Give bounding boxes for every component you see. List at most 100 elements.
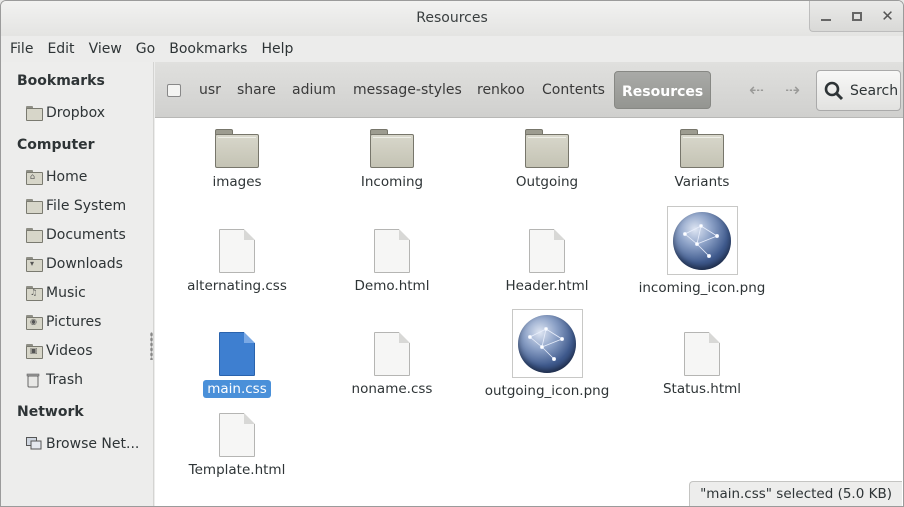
sidebar-item-label: Trash [46, 372, 83, 388]
menu-go[interactable]: Go [129, 41, 162, 57]
window-title: Resources [416, 10, 488, 26]
path-bar: usr share adium message-styles renkoo Co… [155, 62, 903, 118]
file-label: incoming_icon.png [638, 280, 766, 296]
sidebar-heading-network: Network [17, 404, 84, 420]
documents-icon [26, 228, 43, 243]
crumb-adium[interactable]: adium [292, 82, 336, 98]
document-icon [219, 229, 255, 273]
crumb-share[interactable]: share [237, 82, 276, 98]
network-icon [26, 437, 42, 451]
file-item-incoming-icon-png[interactable]: incoming_icon.png [627, 206, 777, 297]
sidebar-resize-handle[interactable] [150, 332, 153, 360]
document-icon [219, 332, 255, 376]
music-icon: ♫ [26, 286, 43, 301]
forward-arrow-icon[interactable]: ⇢ [785, 80, 800, 101]
file-label: Outgoing [515, 174, 579, 190]
file-item-demo-html[interactable]: Demo.html [317, 229, 467, 295]
file-item-images[interactable]: images [162, 129, 312, 191]
sidebar-item-label: Pictures [46, 314, 102, 330]
crumb-message-styles[interactable]: message-styles [353, 82, 462, 98]
globe-icon [673, 211, 731, 270]
sidebar-item-label: Videos [46, 343, 93, 359]
file-label: noname.css [351, 381, 433, 397]
crumb-contents[interactable]: Contents [542, 82, 605, 98]
crumb-resources[interactable]: Resources [614, 71, 712, 109]
globe-icon [518, 314, 576, 373]
folder-icon [370, 129, 414, 169]
close-button[interactable]: ✕ [872, 1, 903, 31]
maximize-icon [851, 11, 862, 21]
file-item-variants[interactable]: Variants [627, 129, 777, 191]
file-grid: images Incoming Outgoing Variants altern… [155, 118, 903, 506]
document-icon [529, 229, 565, 273]
sidebar-item-label: File System [46, 198, 127, 214]
file-item-outgoing[interactable]: Outgoing [472, 129, 622, 191]
folder-icon [26, 106, 43, 121]
trash-icon [26, 373, 42, 388]
sidebar-item-label: Documents [46, 227, 126, 243]
sidebar-item-trash[interactable]: Trash [26, 372, 83, 388]
sidebar-item-label: Home [46, 169, 88, 185]
file-item-noname-css[interactable]: noname.css [317, 332, 467, 398]
sidebar-item-downloads[interactable]: ▾ Downloads [26, 256, 123, 272]
folder-icon [680, 129, 724, 169]
filesystem-icon [26, 199, 43, 214]
document-icon [374, 229, 410, 273]
file-item-alternating-css[interactable]: alternating.css [162, 229, 312, 295]
file-label: Template.html [188, 462, 286, 478]
menu-help[interactable]: Help [254, 41, 300, 57]
back-arrow-icon[interactable]: ⇠ [749, 80, 764, 101]
downloads-icon: ▾ [26, 257, 43, 272]
sidebar-item-label: Browse Net... [46, 436, 140, 452]
file-item-header-html[interactable]: Header.html [472, 229, 622, 295]
file-item-incoming[interactable]: Incoming [317, 129, 467, 191]
root-drive-icon[interactable] [167, 84, 181, 97]
sidebar-item-file-system[interactable]: File System [26, 198, 126, 214]
sidebar-item-pictures[interactable]: ◉ Pictures [26, 314, 101, 330]
file-item-main-css[interactable]: main.css [162, 332, 312, 398]
file-label: Variants [674, 174, 730, 190]
sidebar-item-browse-network[interactable]: Browse Net... [26, 436, 139, 452]
minimize-button[interactable] [810, 1, 841, 31]
file-manager-window: Resources ✕ File Edit View Go Bookmarks … [0, 0, 904, 507]
document-icon [219, 413, 255, 457]
close-icon: ✕ [881, 7, 894, 25]
file-label: alternating.css [187, 278, 287, 294]
sidebar-item-dropbox[interactable]: Dropbox [26, 105, 105, 121]
file-label: images [212, 174, 262, 190]
file-label: main.css [203, 380, 271, 398]
minimize-icon [820, 19, 831, 21]
file-label: Status.html [662, 381, 742, 397]
sidebar-item-label: Dropbox [46, 105, 105, 121]
sidebar-item-label: Music [46, 285, 86, 301]
sidebar-item-videos[interactable]: ▣ Videos [26, 343, 93, 359]
maximize-button[interactable] [841, 1, 872, 31]
home-icon: ⌂ [26, 170, 43, 185]
search-button[interactable]: Search [816, 70, 901, 111]
sidebar-heading-bookmarks: Bookmarks [17, 73, 105, 89]
sidebar-item-documents[interactable]: Documents [26, 227, 126, 243]
file-item-template-html[interactable]: Template.html [162, 413, 312, 479]
status-bar: "main.css" selected (5.0 KB) [689, 481, 902, 506]
search-icon [824, 81, 844, 100]
window-controls: ✕ [809, 1, 903, 32]
menu-edit[interactable]: Edit [40, 41, 81, 57]
file-label: Incoming [360, 174, 424, 190]
crumb-renkoo[interactable]: renkoo [477, 82, 525, 98]
sidebar-item-label: Downloads [46, 256, 123, 272]
menu-view[interactable]: View [82, 41, 129, 57]
image-thumbnail [511, 309, 583, 378]
file-label: outgoing_icon.png [484, 383, 610, 399]
menu-bookmarks[interactable]: Bookmarks [162, 41, 254, 57]
menu-file[interactable]: File [3, 41, 40, 57]
document-icon [374, 332, 410, 376]
file-item-outgoing-icon-png[interactable]: outgoing_icon.png [472, 309, 622, 400]
titlebar[interactable]: Resources ✕ [1, 1, 903, 36]
sidebar-item-music[interactable]: ♫ Music [26, 285, 86, 301]
crumb-usr[interactable]: usr [199, 82, 221, 98]
image-thumbnail [666, 206, 738, 275]
folder-icon [525, 129, 569, 169]
file-item-status-html[interactable]: Status.html [627, 332, 777, 398]
file-label: Header.html [505, 278, 589, 294]
sidebar-item-home[interactable]: ⌂ Home [26, 169, 87, 185]
